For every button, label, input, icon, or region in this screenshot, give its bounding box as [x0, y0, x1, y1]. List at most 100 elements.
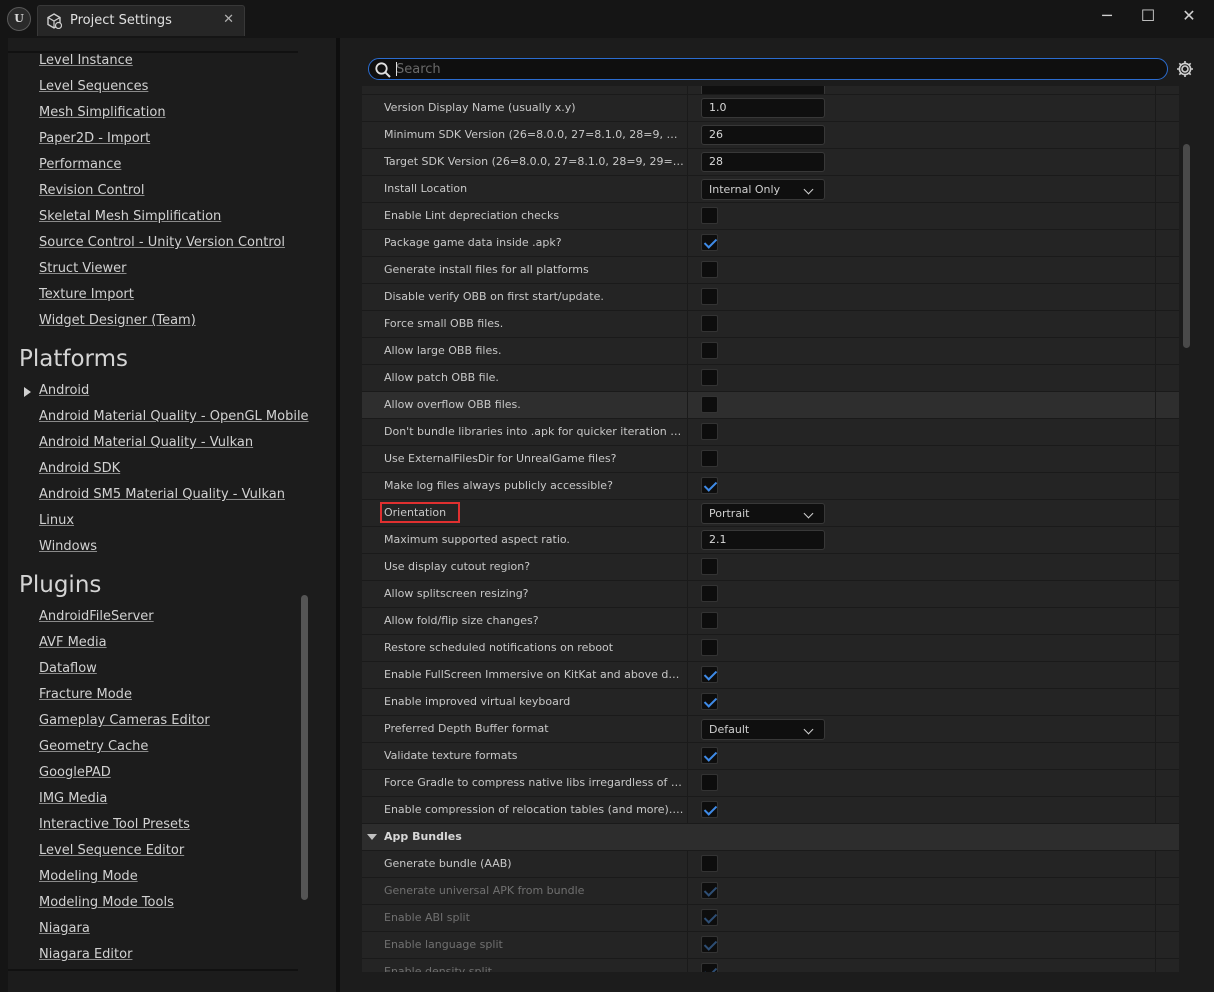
property-label: Enable Lint depreciation checks — [384, 209, 560, 222]
checkbox-disable-verify-obb-on-first-st[interactable] — [701, 288, 718, 305]
text-field-maximum-supported-aspect-ratio[interactable]: 2.1 — [701, 530, 825, 550]
nav-link-android[interactable]: Android — [39, 383, 89, 398]
checkbox-enable-improved-virtual-keyboa[interactable] — [701, 693, 718, 710]
checkbox-don-t-bundle-libraries-into-ap[interactable] — [701, 423, 718, 440]
checkbox-generate-install-files-for-all[interactable] — [701, 261, 718, 278]
category-app-bundles[interactable]: App Bundles — [362, 823, 1179, 850]
dropdown-value: Portrait — [709, 507, 750, 520]
text-field-version-display-name-usually-x[interactable]: 1.0 — [701, 98, 825, 118]
nav-link-revision-control[interactable]: Revision Control — [39, 183, 144, 198]
nav-link-androidfileserver[interactable]: AndroidFileServer — [39, 609, 154, 624]
checkbox-force-gradle-to-compress-nativ[interactable] — [701, 774, 718, 791]
nav-bottom-divider — [8, 969, 298, 971]
property-row: Allow splitscreen resizing? — [362, 580, 1179, 607]
nav-link-android-sdk[interactable]: Android SDK — [39, 461, 120, 476]
property-row: Make log files always publicly accessibl… — [362, 472, 1179, 499]
nav-link-niagara[interactable]: Niagara — [39, 921, 90, 936]
title-bar: U Project Settings ✕ ─ ☐ ✕ — [0, 0, 1214, 38]
property-label: Generate install files for all platforms — [384, 263, 589, 276]
nav-link-avf-media[interactable]: AVF Media — [39, 635, 107, 650]
nav-link-texture-import[interactable]: Texture Import — [39, 287, 134, 302]
nav-link-googlepad[interactable]: GooglePAD — [39, 765, 111, 780]
property-row: Enable language split — [362, 931, 1179, 958]
nav-link-modeling-mode-tools[interactable]: Modeling Mode Tools — [39, 895, 174, 910]
property-label: Use display cutout region? — [384, 560, 531, 573]
nav-link-niagara-editor[interactable]: Niagara Editor — [39, 947, 132, 962]
details-scrollbar[interactable] — [1183, 144, 1190, 348]
checkbox-allow-large-obb-files[interactable] — [701, 342, 718, 359]
tab-project-settings[interactable]: Project Settings ✕ — [37, 5, 245, 36]
nav-link-linux[interactable]: Linux — [39, 513, 74, 528]
minimize-button[interactable]: ─ — [1095, 6, 1119, 26]
nav-link-android-material-quality-opengl-mobile[interactable]: Android Material Quality - OpenGL Mobile — [39, 409, 309, 424]
dropdown-preferred-depth-buffer-format[interactable]: Default — [701, 719, 825, 740]
property-label: Install Location — [384, 182, 468, 195]
property-row: Generate install files for all platforms — [362, 256, 1179, 283]
nav-link-interactive-tool-presets[interactable]: Interactive Tool Presets — [39, 817, 190, 832]
checkbox-restore-scheduled-notification[interactable] — [701, 639, 718, 656]
checkbox-make-log-files-always-publicly[interactable] — [701, 477, 718, 494]
property-label: Enable language split — [384, 938, 503, 951]
text-field-minimum-sdk-version-26-8-0-0-2[interactable]: 26 — [701, 125, 825, 145]
checkbox-generate-bundle-aab[interactable] — [701, 855, 718, 872]
nav-link-level-instance[interactable]: Level Instance — [39, 53, 133, 68]
nav-link-modeling-mode[interactable]: Modeling Mode — [39, 869, 138, 884]
nav-link-source-control-unity-version-control[interactable]: Source Control - Unity Version Control — [39, 235, 285, 250]
property-label: Enable compression of relocation tables … — [384, 803, 684, 816]
category-label: App Bundles — [384, 830, 462, 843]
checkbox-allow-fold-flip-size-changes[interactable] — [701, 612, 718, 629]
checkbox-enable-fullscreen-immersive-on[interactable] — [701, 666, 718, 683]
dropdown-install-location[interactable]: Internal Only — [701, 179, 825, 200]
checkbox-use-display-cutout-region[interactable] — [701, 558, 718, 575]
nav-link-android-sm5-material-quality-vulkan[interactable]: Android SM5 Material Quality - Vulkan — [39, 487, 285, 502]
nav-link-windows[interactable]: Windows — [39, 539, 97, 554]
checkbox-allow-overflow-obb-files[interactable] — [701, 396, 718, 413]
property-row: Enable density split — [362, 958, 1179, 972]
checkbox-allow-splitscreen-resizing[interactable] — [701, 585, 718, 602]
nav-link-struct-viewer[interactable]: Struct Viewer — [39, 261, 127, 276]
nav-link-dataflow[interactable]: Dataflow — [39, 661, 97, 676]
nav-link-performance[interactable]: Performance — [39, 157, 121, 172]
nav-link-img-media[interactable]: IMG Media — [39, 791, 107, 806]
checkbox-validate-texture-formats[interactable] — [701, 747, 718, 764]
property-row: Allow large OBB files. — [362, 337, 1179, 364]
checkbox-enable-lint-depreciation-check[interactable] — [701, 207, 718, 224]
property-row: Target SDK Version (26=8.0.0, 27=8.1.0, … — [362, 148, 1179, 175]
checkbox-enable-compression-of-relocati[interactable] — [701, 801, 718, 818]
nav-link-skeletal-mesh-simplification[interactable]: Skeletal Mesh Simplification — [39, 209, 221, 224]
property-row: Enable FullScreen Immersive on KitKat an… — [362, 661, 1179, 688]
search-input[interactable] — [396, 60, 1156, 78]
property-label: Restore scheduled notifications on reboo… — [384, 641, 614, 654]
expand-arrow-icon[interactable] — [24, 387, 31, 397]
checkbox-allow-patch-obb-file[interactable] — [701, 369, 718, 386]
checkbox-package-game-data-inside-apk[interactable] — [701, 234, 718, 251]
dropdown-orientation[interactable]: Portrait — [701, 503, 825, 524]
settings-navigation-panel: Level Instance Level Sequences Mesh Simpli… — [8, 38, 336, 992]
nav-link-gameplay-cameras-editor[interactable]: Gameplay Cameras Editor — [39, 713, 210, 728]
nav-link-level-sequences[interactable]: Level Sequences — [39, 79, 148, 94]
close-window-button[interactable]: ✕ — [1177, 6, 1201, 26]
checkbox-use-externalfilesdir-for-unrea[interactable] — [701, 450, 718, 467]
property-label: Validate texture formats — [384, 749, 518, 762]
maximize-button[interactable]: ☐ — [1136, 6, 1160, 26]
unreal-logo-icon[interactable]: U — [7, 7, 31, 31]
checkbox-enable-language-split — [701, 936, 718, 953]
nav-link-fracture-mode[interactable]: Fracture Mode — [39, 687, 132, 702]
property-row: Minimum SDK Version (26=8.0.0, 27=8.1.0,… — [362, 121, 1179, 148]
nav-scrollbar[interactable] — [301, 595, 308, 900]
nav-link-geometry-cache[interactable]: Geometry Cache — [39, 739, 148, 754]
property-label: Enable improved virtual keyboard — [384, 695, 571, 708]
nav-link-level-sequence-editor[interactable]: Level Sequence Editor — [39, 843, 184, 858]
text-field-target-sdk-version-26-8-0-0-27[interactable]: 28 — [701, 152, 825, 172]
nav-link-widget-designer-team[interactable]: Widget Designer (Team) — [39, 313, 196, 328]
close-tab-icon[interactable]: ✕ — [223, 12, 234, 27]
checkbox-force-small-obb-files[interactable] — [701, 315, 718, 332]
search-box[interactable] — [368, 58, 1168, 80]
text-caret — [396, 62, 397, 76]
gear-icon[interactable] — [1175, 59, 1195, 79]
property-row: Install Location Internal Only — [362, 175, 1179, 202]
collapse-arrow-icon[interactable] — [367, 834, 377, 840]
nav-link-paper2d-import[interactable]: Paper2D - Import — [39, 131, 150, 146]
nav-link-android-material-quality-vulkan[interactable]: Android Material Quality - Vulkan — [39, 435, 253, 450]
nav-link-mesh-simplification[interactable]: Mesh Simplification — [39, 105, 166, 120]
